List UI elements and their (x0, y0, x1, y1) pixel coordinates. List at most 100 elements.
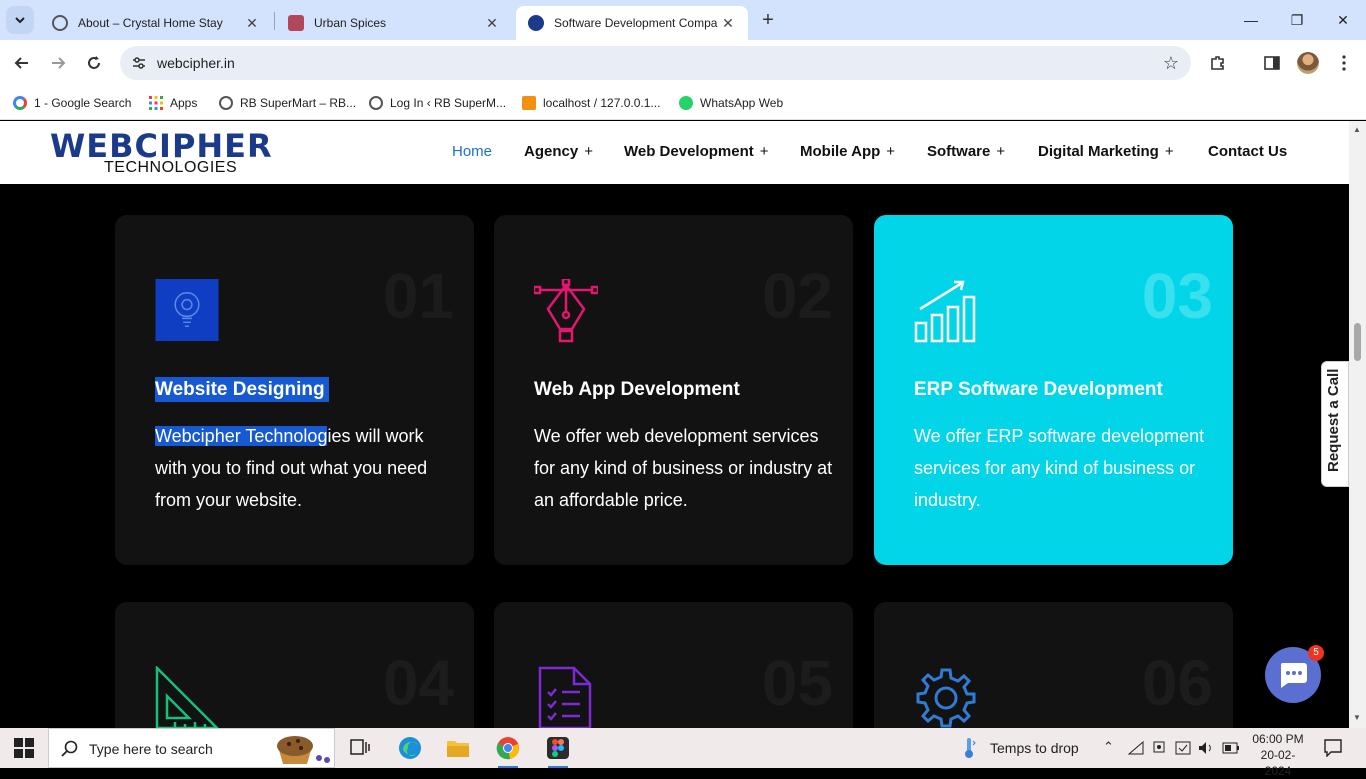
chrome-browser-icon[interactable] (488, 734, 528, 768)
scroll-down-arrow-icon[interactable]: ▼ (1353, 713, 1361, 722)
windows-start-icon[interactable] (14, 738, 34, 758)
nav-software[interactable]: Software + (927, 143, 1005, 160)
search-icon (61, 740, 78, 757)
new-tab-button[interactable]: + (756, 8, 780, 32)
close-tab-icon[interactable]: ✕ (244, 15, 260, 32)
request-call-tab[interactable]: Request a Call (1321, 361, 1349, 487)
edge-browser-icon[interactable] (390, 734, 430, 762)
windows-taskbar: Type here to search Temps to drop ⌃ 06:0… (0, 728, 1366, 778)
card-number: 05 (761, 647, 833, 719)
bookmark-rb-login[interactable]: Log In ‹ RB SuperM... (369, 93, 506, 113)
usb-device-icon[interactable] (1152, 740, 1166, 756)
card-number: 01 (382, 260, 454, 332)
apps-grid-icon (149, 96, 163, 110)
bookmark-apps[interactable]: Apps (149, 93, 197, 113)
service-card-04[interactable]: 04 (115, 602, 474, 728)
expand-plus-icon[interactable]: + (584, 143, 593, 160)
profile-avatar[interactable] (1297, 52, 1319, 74)
tab-software-development[interactable]: Software Development Compa ✕ (516, 6, 748, 40)
scrollbar-thumb[interactable] (1354, 323, 1361, 361)
close-tab-icon[interactable]: ✕ (484, 15, 500, 32)
page-scrollbar[interactable]: ▲ ▼ (1349, 121, 1366, 728)
phpmyadmin-icon (522, 96, 536, 110)
bookmark-whatsapp[interactable]: WhatsApp Web (679, 93, 783, 113)
figma-icon[interactable] (538, 734, 578, 768)
arrow-right-icon (52, 57, 66, 69)
whatsapp-icon (679, 96, 693, 110)
speaker-icon[interactable] (1198, 740, 1214, 756)
tab-separator (274, 12, 275, 30)
bookmark-localhost[interactable]: localhost / 127.0.0.1... (522, 93, 660, 113)
gear-icon (916, 668, 976, 728)
kebab-menu-icon[interactable] (1332, 51, 1356, 75)
service-card-web-app[interactable]: 02 Web App Development We offer web deve… (494, 215, 853, 565)
minimize-button[interactable]: — (1228, 0, 1274, 40)
set-square-icon (155, 666, 219, 728)
service-card-website-designing[interactable]: 01 Website Designing Webcipher Technolog… (115, 215, 474, 565)
card-title: Website Designing (155, 377, 329, 402)
card-number: 04 (382, 647, 454, 719)
expand-plus-icon[interactable]: + (996, 143, 1005, 160)
muffin-icon (277, 736, 330, 764)
task-view-icon[interactable] (340, 734, 380, 762)
notification-app-icon[interactable] (1175, 740, 1191, 756)
forward-button[interactable] (44, 49, 72, 77)
google-icon (13, 96, 27, 110)
service-card-06[interactable]: 06 (874, 602, 1233, 728)
nav-home[interactable]: Home (452, 143, 492, 160)
weather-widget[interactable]: Temps to drop (990, 740, 1079, 756)
globe-icon (52, 15, 68, 31)
close-window-button[interactable]: ✕ (1320, 0, 1366, 40)
restore-button[interactable]: ❐ (1274, 0, 1320, 40)
back-button[interactable] (8, 49, 36, 77)
url-text[interactable]: webcipher.in (157, 55, 235, 71)
taskbar-search[interactable]: Type here to search (48, 728, 335, 768)
expand-plus-icon[interactable]: + (760, 143, 769, 160)
bulb-gear-icon (155, 279, 219, 342)
extensions-icon[interactable] (1206, 51, 1230, 75)
service-card-erp[interactable]: 03 ERP Software Development We offer ERP… (874, 215, 1233, 565)
checklist-icon (538, 666, 592, 728)
service-card-05[interactable]: 05 (494, 602, 853, 728)
nav-mobile-app[interactable]: Mobile App + (800, 143, 895, 160)
card-description: Webcipher Technologies will work with yo… (155, 426, 428, 510)
tab-urban-spices[interactable]: Urban Spices ✕ (276, 6, 512, 40)
chat-unread-badge: 5 (1308, 645, 1324, 661)
tab-strip: About – Crystal Home Stay ✕ Urban Spices… (0, 0, 1366, 40)
card-description: We offer web development services for an… (534, 426, 833, 510)
battery-icon[interactable] (1222, 742, 1240, 754)
nav-digital-marketing[interactable]: Digital Marketing + (1038, 143, 1174, 160)
file-explorer-icon[interactable] (438, 734, 478, 762)
nav-web-development[interactable]: Web Development + (624, 143, 769, 160)
bookmark-star-icon[interactable]: ☆ (1163, 53, 1179, 74)
bookmarks-bar: 1 - Google Search Apps RB SuperMart – RB… (0, 86, 1366, 120)
site-info-icon[interactable] (130, 54, 148, 72)
scroll-up-arrow-icon[interactable]: ▲ (1353, 125, 1361, 134)
reload-button[interactable] (80, 49, 108, 77)
close-tab-icon[interactable]: ✕ (720, 15, 736, 32)
tab-search-button[interactable] (6, 6, 34, 34)
chevron-down-icon (15, 17, 25, 24)
notifications-icon[interactable] (1324, 739, 1342, 757)
bookmark-google-search[interactable]: 1 - Google Search (13, 93, 131, 113)
card-title: ERP Software Development (914, 379, 1163, 400)
bookmark-rb-supermart[interactable]: RB SuperMart – RB... (219, 93, 356, 113)
pen-tool-icon (534, 279, 598, 343)
card-number: 02 (761, 260, 833, 332)
address-bar[interactable]: webcipher.in ☆ (120, 46, 1191, 80)
system-clock[interactable]: 06:00 PM 20-02-2024 (1250, 731, 1306, 779)
side-panel-icon[interactable] (1260, 51, 1284, 75)
arrow-left-icon (14, 57, 28, 69)
growth-chart-icon (914, 280, 976, 343)
tab-crystal-home-stay[interactable]: About – Crystal Home Stay ✕ (40, 6, 272, 40)
thermometer-icon (965, 738, 976, 758)
expand-plus-icon[interactable]: + (886, 143, 895, 160)
tray-chevron-up-icon[interactable]: ⌃ (1103, 739, 1114, 755)
network-icon[interactable] (1128, 741, 1144, 755)
reload-icon (88, 56, 100, 69)
expand-plus-icon[interactable]: + (1165, 143, 1174, 160)
card-description: We offer ERP software development servic… (914, 426, 1205, 510)
nav-agency[interactable]: Agency + (524, 143, 593, 160)
card-number: 03 (1141, 260, 1213, 332)
nav-contact-us[interactable]: Contact Us (1208, 143, 1287, 160)
